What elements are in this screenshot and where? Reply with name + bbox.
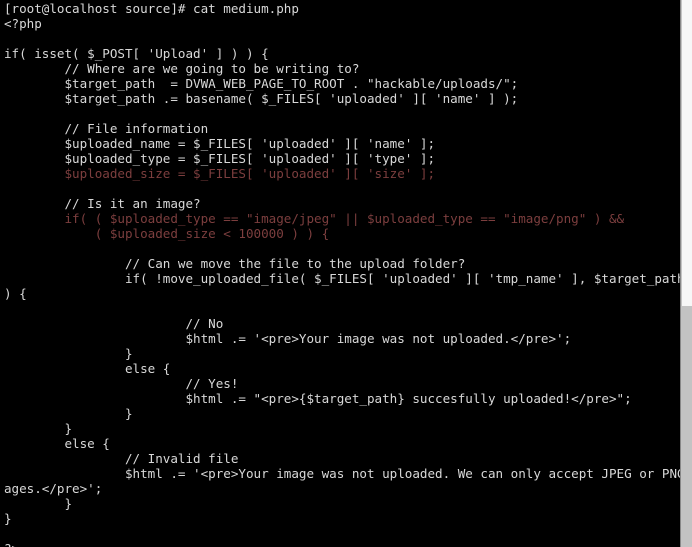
- terminal-line: ages.</pre>';: [4, 481, 103, 496]
- terminal-line: [root@localhost source]# cat medium.php: [4, 1, 299, 16]
- terminal-line: // Yes!: [4, 376, 239, 391]
- terminal-line: $uploaded_name = $_FILES[ 'uploaded' ][ …: [4, 136, 436, 151]
- terminal-line: $uploaded_type = $_FILES[ 'uploaded' ][ …: [4, 151, 436, 166]
- terminal-line: <?php: [4, 16, 42, 31]
- terminal-line: // Where are we going to be writing to?: [4, 61, 360, 76]
- terminal-window[interactable]: [root@localhost source]# cat medium.php <…: [0, 0, 692, 547]
- terminal-line: }: [4, 421, 73, 436]
- terminal-output-area[interactable]: [root@localhost source]# cat medium.php <…: [0, 0, 680, 547]
- terminal-line: else {: [4, 361, 171, 376]
- terminal-line: if( !move_uploaded_file( $_FILES[ 'uploa…: [4, 271, 680, 286]
- terminal-line: ( $uploaded_size < 100000 ) ) {: [4, 226, 330, 241]
- vertical-scrollbar[interactable]: [680, 0, 692, 547]
- terminal-line: }: [4, 406, 133, 421]
- terminal-line: $uploaded_size = $_FILES[ 'uploaded' ][ …: [4, 166, 436, 181]
- terminal-line: // Invalid file: [4, 451, 239, 466]
- terminal-line: if( ( $uploaded_type == "image/jpeg" || …: [4, 211, 625, 226]
- terminal-line: else {: [4, 436, 110, 451]
- terminal-line: if( isset( $_POST[ 'Upload' ] ) ) {: [4, 46, 269, 61]
- terminal-line: $html .= '<pre>Your image was not upload…: [4, 466, 680, 481]
- terminal-line: // Can we move the file to the upload fo…: [4, 256, 466, 271]
- terminal-line: $target_path .= basename( $_FILES[ 'uplo…: [4, 91, 519, 106]
- scrollbar-thumb[interactable]: [682, 0, 692, 307]
- scrollbar-track[interactable]: [682, 306, 692, 547]
- terminal-line: // No: [4, 316, 224, 331]
- terminal-line: $target_path = DVWA_WEB_PAGE_TO_ROOT . "…: [4, 76, 519, 91]
- terminal-line: // Is it an image?: [4, 196, 201, 211]
- terminal-line: ) {: [4, 286, 27, 301]
- terminal-line: }: [4, 346, 133, 361]
- terminal-line: $html .= "<pre>{$target_path} succesfull…: [4, 391, 632, 406]
- terminal-line: // File information: [4, 121, 209, 136]
- terminal-line: $html .= '<pre>Your image was not upload…: [4, 331, 572, 346]
- terminal-line: }: [4, 496, 73, 511]
- terminal-line: ?>: [4, 541, 680, 547]
- terminal-line: }: [4, 511, 12, 526]
